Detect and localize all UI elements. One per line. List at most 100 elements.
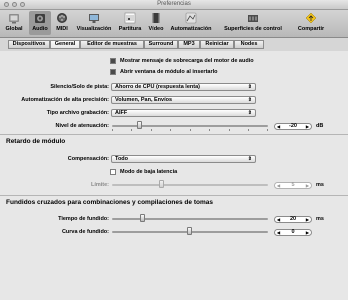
compensation-value: Todo — [115, 156, 129, 162]
limit-stepper[interactable]: ◀ 5 ▶ — [274, 182, 312, 189]
track-mute-solo-label: Silencio/Solo de pista: — [50, 84, 109, 90]
limit-slider[interactable] — [112, 180, 268, 190]
tab-nodes[interactable]: Nodes — [234, 40, 264, 49]
tab-devices[interactable]: Dispositivos — [8, 40, 50, 49]
increment-icon[interactable]: ▶ — [306, 124, 309, 129]
tab-reset[interactable]: Reiniciar — [200, 40, 234, 49]
section-divider — [0, 134, 348, 135]
increment-icon[interactable]: ▶ — [306, 183, 309, 188]
fade-curve-stepper[interactable]: ◀ 0 ▶ — [274, 229, 312, 236]
general-panel: Mostrar mensaje de sobrecarga del motor … — [0, 51, 348, 300]
popup-arrows-icon: ⇕ — [247, 110, 252, 116]
track-mute-solo-value: Ahorro de CPU (respuesta lenta) — [115, 84, 200, 90]
dither-unit: dB — [316, 123, 324, 129]
limit-label: Límite: — [90, 182, 109, 188]
toolbar-global-label: Global — [5, 26, 23, 32]
limit-unit: ms — [316, 182, 324, 188]
dither-stepper[interactable]: ◀ -20 ▶ — [274, 123, 312, 130]
toolbar-audio-label: Audio — [32, 26, 48, 32]
fade-time-slider-track — [112, 218, 268, 220]
preferences-toolbar: Global Audio MIDI Visualización Partitur… — [0, 10, 348, 38]
toolbar-score[interactable]: Partitura — [116, 11, 144, 35]
tab-surround[interactable]: Surround — [144, 40, 178, 49]
show-overload-checkbox[interactable] — [110, 58, 116, 64]
popup-arrows-icon: ⇕ — [247, 156, 252, 162]
dither-slider-track — [112, 125, 268, 127]
automation-icon — [185, 12, 197, 24]
dither-slider[interactable] — [112, 121, 268, 131]
toolbar-global[interactable]: Global — [2, 11, 26, 35]
slider-tick — [267, 129, 268, 131]
slider-tick — [209, 129, 210, 131]
open-plugin-label: Abrir ventana de módulo al insertarlo — [120, 69, 218, 75]
toolbar-video-label: Vídeo — [148, 26, 164, 32]
toolbar-audio[interactable]: Audio — [29, 11, 51, 35]
track-mute-solo-popup[interactable]: Ahorro de CPU (respuesta lenta) ⇕ — [111, 83, 256, 91]
low-latency-checkbox[interactable] — [110, 169, 116, 175]
fade-curve-slider[interactable] — [112, 227, 268, 237]
toolbar-automation[interactable]: Automatización — [170, 11, 212, 35]
compensation-popup[interactable]: Todo ⇕ — [111, 155, 256, 163]
slider-tick — [229, 129, 230, 131]
increment-icon[interactable]: ▶ — [306, 217, 309, 222]
fade-curve-slider-thumb[interactable] — [187, 227, 192, 235]
tab-mp3[interactable]: MP3 — [178, 40, 200, 49]
fade-time-slider-thumb[interactable] — [140, 214, 145, 222]
sample-accurate-value: Volumen, Pan, Envíos — [115, 97, 173, 103]
video-icon — [150, 12, 162, 24]
toolbar-video[interactable]: Vídeo — [146, 11, 166, 35]
recording-file-value: AIFF — [115, 110, 128, 116]
audio-icon — [34, 12, 46, 24]
plugin-delay-heading: Retardo de módulo — [6, 138, 66, 145]
fade-time-slider[interactable] — [112, 214, 268, 224]
toolbar-display-label: Visualización — [76, 26, 112, 32]
recording-file-label: Tipo archivo grabación: — [46, 110, 109, 116]
show-overload-label: Mostrar mensaje de sobrecarga del motor … — [120, 58, 254, 64]
toolbar-midi[interactable]: MIDI — [53, 11, 71, 35]
tab-general[interactable]: General — [50, 40, 80, 49]
dither-slider-thumb[interactable] — [137, 121, 142, 129]
toolbar-share-label: Compartir — [297, 26, 325, 32]
recording-file-popup[interactable]: AIFF ⇕ — [111, 109, 256, 117]
fade-time-stepper[interactable]: ◀ 20 ▶ — [274, 216, 312, 223]
midi-icon — [56, 12, 68, 24]
slider-tick — [131, 129, 132, 131]
fade-time-unit: ms — [316, 216, 324, 222]
toolbar-midi-label: MIDI — [56, 26, 68, 32]
slider-tick — [190, 129, 191, 131]
popup-arrows-icon: ⇕ — [247, 84, 252, 90]
low-latency-label: Modo de baja latencia — [120, 169, 178, 175]
display-icon — [88, 12, 100, 24]
section-divider — [0, 195, 348, 196]
toolbar-control-surfaces-label: Superficies de control — [224, 26, 282, 32]
title-bar: Preferencias — [0, 0, 348, 10]
slider-tick — [170, 129, 171, 131]
open-plugin-checkbox[interactable] — [110, 69, 116, 75]
dither-label: Nivel de atenuación: — [55, 123, 110, 129]
slider-tick — [151, 129, 152, 131]
tab-sample-editor[interactable]: Editor de muestras — [80, 40, 144, 49]
global-icon — [8, 12, 20, 24]
popup-arrows-icon: ⇕ — [247, 97, 252, 103]
toolbar-display[interactable]: Visualización — [74, 11, 114, 35]
limit-slider-track — [112, 184, 268, 186]
crossfades-heading: Fundidos cruzados para combinaciones y c… — [6, 199, 213, 206]
sample-accurate-label: Automatización de alta precisión: — [21, 97, 109, 103]
fade-time-label: Tiempo de fundido: — [58, 216, 109, 222]
window-title: Preferencias — [157, 1, 191, 7]
fade-curve-label: Curva de fundido: — [61, 229, 109, 235]
limit-slider-thumb[interactable] — [159, 180, 164, 188]
increment-icon[interactable]: ▶ — [306, 230, 309, 235]
slider-tick — [248, 129, 249, 131]
sample-accurate-popup[interactable]: Volumen, Pan, Envíos ⇕ — [111, 96, 256, 104]
share-icon — [305, 12, 317, 24]
toolbar-automation-label: Automatización — [170, 26, 212, 32]
toolbar-share[interactable]: Compartir — [294, 11, 328, 35]
slider-tick — [112, 129, 113, 131]
audio-tabs: Dispositivos General Editor de muestras … — [0, 39, 348, 50]
control-surfaces-icon — [247, 12, 259, 24]
toolbar-control-surfaces[interactable]: Superficies de control — [214, 11, 292, 35]
compensation-label: Compensación: — [67, 156, 109, 162]
score-icon — [124, 12, 136, 24]
toolbar-score-label: Partitura — [118, 26, 142, 32]
